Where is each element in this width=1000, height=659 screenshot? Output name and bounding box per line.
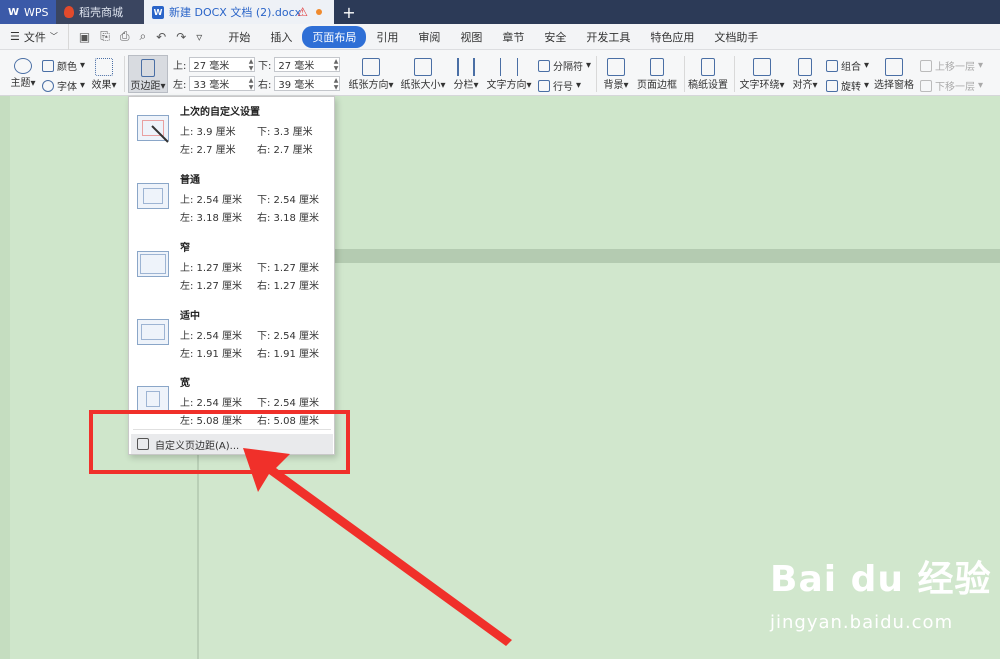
baidu-watermark: Bai du 经验 jingyan.baidu.com	[770, 550, 995, 650]
watermark-url: jingyan.baidu.com	[770, 612, 954, 633]
watermark-logo: Bai du 经验	[770, 559, 992, 600]
